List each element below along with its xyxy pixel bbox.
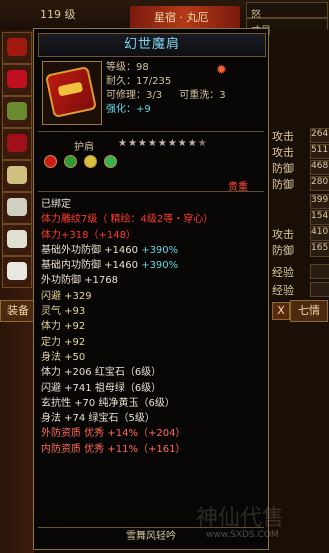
character-level: 119 级 — [40, 8, 76, 21]
item-type: 护肩 — [74, 142, 94, 153]
stat-value: 264 — [310, 128, 329, 143]
top-right-field-1: 怒 — [246, 2, 328, 21]
equipment-slot[interactable] — [2, 224, 32, 256]
equipment-slot[interactable] — [2, 160, 32, 192]
equipment-icon — [7, 262, 27, 280]
stat-value: 468 — [310, 160, 329, 175]
stat-label: 经验 — [272, 284, 294, 297]
equipment-icon — [7, 198, 27, 216]
stars-empty: ★ — [197, 138, 208, 149]
equipment-icon — [7, 38, 27, 56]
stat-value: 154 — [310, 210, 329, 225]
green-gem-icon — [104, 155, 118, 168]
equipment-slot[interactable] — [2, 128, 32, 160]
item-rewash: 可重洗：3 — [179, 90, 226, 101]
gem-sockets — [44, 153, 119, 168]
aptitude-line: 外防资质 优秀 +14%（+204） — [41, 428, 186, 440]
watermark: 神仙代售 — [196, 506, 285, 531]
attribute-line: 体力+318（+148） — [41, 229, 136, 241]
aptitude-line: 内防资质 优秀 +11%（+161） — [41, 443, 186, 455]
equipment-slot[interactable] — [2, 64, 32, 96]
stat-label: 攻击 — [272, 228, 294, 241]
attribute-line: 闪避 +329 — [41, 290, 92, 302]
equipment-icon — [7, 166, 27, 184]
item-title: 幻世魔肩 — [38, 33, 266, 57]
item-icon-frame — [42, 61, 102, 125]
stat-row: 攻击 511 — [270, 144, 329, 159]
stat-row: 经验 — [270, 264, 329, 279]
equipment-icon — [7, 230, 27, 248]
equipment-slot-column: 装备 — [0, 30, 36, 553]
equipment-slot[interactable] — [2, 96, 32, 128]
equipment-icon — [7, 134, 27, 152]
attribute-line: 基础外功防御 +1460 +390% — [41, 244, 179, 256]
attribute-line: 基础内功防御 +1460 +390% — [41, 260, 179, 272]
enhance-label: 强化： — [106, 104, 136, 115]
stat-value: 165 — [310, 242, 329, 257]
shoulder-armor-icon — [44, 65, 98, 119]
item-attributes: 已绑定 体力雕纹7级（ 精绘：4级2等・穿心） 体力+318（+148） 基础外… — [41, 197, 267, 457]
enhance-value: +9 — [136, 104, 151, 115]
equipment-icon — [7, 102, 27, 120]
attribute-line: 灵气 +93 — [41, 306, 86, 318]
star-rating: ★★★★★★★★★ — [118, 138, 208, 149]
stars-filled: ★★★★★★★★ — [118, 138, 198, 149]
stat-row: 防御 468 — [270, 160, 329, 175]
gem-attribute-line: 身法 +74 绿宝石（5级） — [41, 413, 155, 425]
stat-label: 攻击 — [272, 146, 294, 159]
stat-row: 154 — [270, 210, 329, 225]
yellow-gem-icon — [84, 155, 98, 168]
stat-label: 经验 — [272, 266, 294, 279]
item-durability: 耐久：17/235 — [106, 76, 172, 87]
stat-row: 399 — [270, 194, 329, 209]
stat-label: 防御 — [272, 178, 294, 191]
item-enhance: 强化：+9 — [106, 103, 266, 117]
stat-value: 280 — [310, 176, 329, 191]
stat-row: 攻击 264 — [270, 128, 329, 143]
stat-label: 攻击 — [272, 130, 294, 143]
top-bar: 119 级 星宿 · 丸厄 怒 才是 — [0, 0, 329, 37]
item-tooltip: 幻世魔肩 ✹ 等级：98 耐久：17/235 可修理：3/3 可重洗：3 强化：… — [33, 28, 269, 550]
stat-value — [310, 282, 329, 297]
attribute-line: 定力 +92 — [41, 336, 86, 348]
item-repairable: 可修理：3/3 — [106, 90, 163, 101]
divider — [38, 191, 264, 192]
stat-value — [310, 264, 329, 279]
stat-value: 399 — [310, 194, 329, 209]
gem-attribute-line: 体力 +206 红宝石（6级） — [41, 367, 162, 379]
attribute-line: 外功防御 +1768 — [41, 275, 119, 287]
attribute-line: 身法 +50 — [41, 351, 86, 363]
divider — [38, 131, 264, 132]
scene-label: 星宿 · 丸厄 — [154, 11, 209, 24]
equip-tab[interactable]: 装备 — [0, 300, 36, 322]
attribute-line: 体力雕纹7级（ 精绘：4级2等・穿心） — [41, 214, 214, 226]
equipment-icon — [7, 70, 27, 88]
stat-label: 防御 — [272, 162, 294, 175]
gem-attribute-line: 闪避 +741 祖母绿（6级） — [41, 382, 162, 394]
stat-row: 攻击 410 — [270, 226, 329, 241]
stat-value: 410 — [310, 226, 329, 241]
watermark-url: www.SXDS.COM — [206, 530, 279, 540]
green-gem-icon — [64, 155, 78, 168]
equipment-slot[interactable] — [2, 256, 32, 288]
stat-row: 防御 165 — [270, 242, 329, 257]
item-level: 等级：98 — [106, 62, 149, 73]
stat-row: 防御 280 — [270, 176, 329, 191]
close-icon[interactable]: X — [272, 302, 290, 320]
item-basic-info: 等级：98 耐久：17/235 可修理：3/3 可重洗：3 强化：+9 — [106, 61, 266, 117]
equipment-slot[interactable] — [2, 192, 32, 224]
item-repair-rewash: 可修理：3/3 可重洗：3 — [106, 89, 266, 103]
red-gem-icon — [44, 155, 57, 168]
stat-row: 经验 — [270, 282, 329, 297]
seven-emotions-tab[interactable]: 七情 — [290, 300, 328, 322]
attribute-line: 体力 +92 — [41, 321, 86, 333]
character-stats-column: 攻击 264 攻击 511 防御 468 防御 280 399 154 攻击 410 防御… — [270, 30, 329, 553]
stat-value: 511 — [310, 144, 329, 159]
bound-status: 已绑定 — [41, 199, 71, 210]
stat-label: 防御 — [272, 244, 294, 257]
gem-attribute-line: 玄抗性 +70 纯净黄玉（6级） — [41, 397, 175, 409]
scene-banner: 星宿 · 丸厄 — [130, 6, 240, 28]
equipment-slot[interactable] — [2, 32, 32, 64]
